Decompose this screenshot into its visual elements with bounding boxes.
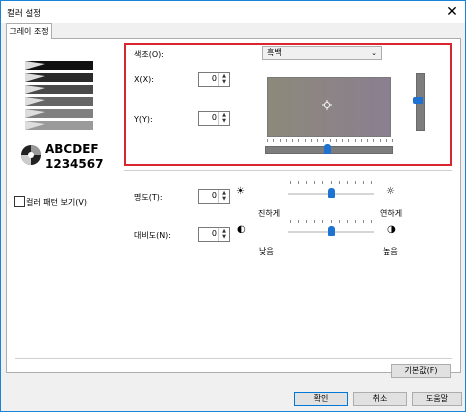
contrast-label: 대비도(N):: [134, 231, 172, 240]
slider-tick: [348, 139, 350, 142]
slider-tick: [273, 139, 275, 142]
x-value: 0: [211, 74, 217, 83]
slider-tick: [354, 220, 356, 223]
color-pattern-checkbox[interactable]: [14, 196, 25, 207]
x-spinbox[interactable]: 0 ▲ ▼: [198, 72, 230, 87]
slider-tick: [317, 139, 318, 142]
brightness-dark-icon: ☀: [236, 186, 245, 197]
slider-tick: [330, 220, 332, 223]
slider-tick: [335, 139, 337, 142]
contrast-right-caption: 높음: [383, 247, 398, 256]
slider-tick: [329, 139, 331, 142]
slider-tick: [362, 220, 364, 223]
slider-tick: [314, 181, 316, 184]
contrast-low-icon: ◐: [237, 224, 246, 235]
section-divider: [124, 170, 452, 171]
slider-tick: [371, 181, 372, 184]
brightness-value: 0: [211, 191, 217, 200]
slider-tick: [279, 139, 281, 142]
slider-tick: [342, 139, 343, 142]
slider-tick: [290, 181, 291, 184]
slider-tick: [285, 139, 287, 142]
brightness-slider-ticks: [290, 181, 372, 185]
tone-selected-value: 흑백: [267, 48, 282, 57]
preview-text-line2: 1234567: [45, 157, 103, 171]
y-value: 0: [211, 113, 217, 122]
slider-tick: [323, 139, 325, 142]
cancel-button[interactable]: 취소: [353, 392, 407, 406]
gray-adjust-panel: ABCDEF 1234567 색조(O): 흑백 ⌄ X(X): 0 ▲ ▼ Y…: [6, 38, 461, 373]
slider-tick: [367, 139, 368, 142]
spin-down-icon[interactable]: ▼: [219, 118, 229, 124]
tone-slider-ticks: [267, 139, 393, 143]
y-spinbox[interactable]: 0 ▲ ▼: [198, 111, 230, 126]
slider-tick: [338, 181, 340, 184]
slider-tick: [322, 181, 324, 184]
slider-tick: [354, 181, 356, 184]
slider-tick: [314, 220, 316, 223]
slider-tick: [392, 139, 393, 142]
brightness-slider-thumb[interactable]: [328, 188, 335, 198]
defaults-button[interactable]: 기본값(F): [391, 364, 451, 378]
tone-vertical-slider-thumb[interactable]: [413, 97, 423, 104]
slider-tick: [298, 139, 300, 142]
slider-tick: [371, 220, 372, 223]
slider-tick: [346, 220, 348, 223]
contrast-slider-thumb[interactable]: [328, 226, 335, 236]
tab-gray-adjust[interactable]: 그레이 조정: [6, 23, 52, 39]
close-button[interactable]: ✕: [443, 3, 461, 21]
slider-tick: [306, 181, 308, 184]
tone-dropdown[interactable]: 흑백 ⌄: [262, 46, 382, 60]
ok-button[interactable]: 확인: [294, 392, 348, 406]
slider-tick: [298, 220, 300, 223]
crosshair-icon[interactable]: [322, 100, 332, 110]
slider-tick: [322, 220, 324, 223]
slider-tick: [346, 181, 348, 184]
slider-tick: [360, 139, 362, 142]
window-title: 컬러 설정: [7, 9, 41, 19]
slider-tick: [385, 139, 387, 142]
slider-tick: [304, 139, 306, 142]
slider-tick: [338, 220, 340, 223]
brightness-right-caption: 연하게: [380, 209, 403, 218]
slider-tick: [310, 139, 312, 142]
contrast-high-icon: ◑: [387, 224, 396, 235]
spin-down-icon[interactable]: ▼: [219, 234, 229, 240]
contrast-left-caption: 낮음: [259, 247, 274, 256]
slider-tick: [292, 139, 293, 142]
brightness-label: 명도(T):: [134, 193, 163, 202]
tone-horizontal-slider-thumb[interactable]: [324, 144, 331, 154]
preview-text-line1: ABCDEF: [45, 142, 99, 156]
slider-tick: [290, 220, 291, 223]
slider-tick: [267, 139, 268, 142]
contrast-slider-ticks: [290, 220, 372, 224]
brightness-left-caption: 진하게: [258, 209, 281, 218]
slider-tick: [330, 181, 332, 184]
slider-tick: [379, 139, 381, 142]
contrast-value: 0: [211, 229, 217, 238]
title-bar: 컬러 설정 ✕: [1, 1, 465, 23]
color-pattern-label: 컬러 패턴 보기(V): [26, 198, 87, 207]
bottom-divider: [15, 358, 452, 359]
color-settings-dialog: 컬러 설정 ✕ 그레이 조정 ABCDEF 1234567 색조(O): 흑백 …: [0, 0, 466, 412]
contrast-spinbox[interactable]: 0 ▲ ▼: [198, 227, 230, 242]
slider-tick: [354, 139, 356, 142]
tone-label: 색조(O):: [134, 50, 164, 59]
preview-image: ABCDEF 1234567: [15, 51, 103, 175]
slider-tick: [362, 181, 364, 184]
y-label: Y(Y):: [134, 115, 153, 124]
x-label: X(X):: [134, 75, 154, 84]
slider-tick: [373, 139, 375, 142]
help-button[interactable]: 도움말: [412, 392, 462, 406]
spin-down-icon[interactable]: ▼: [219, 79, 229, 85]
brightness-spinbox[interactable]: 0 ▲ ▼: [198, 189, 230, 204]
tone-color-field[interactable]: [267, 77, 391, 137]
slider-tick: [298, 181, 300, 184]
chevron-down-icon: ⌄: [371, 49, 377, 57]
brightness-light-icon: ☼: [386, 186, 395, 197]
slider-tick: [306, 220, 308, 223]
spin-down-icon[interactable]: ▼: [219, 196, 229, 202]
